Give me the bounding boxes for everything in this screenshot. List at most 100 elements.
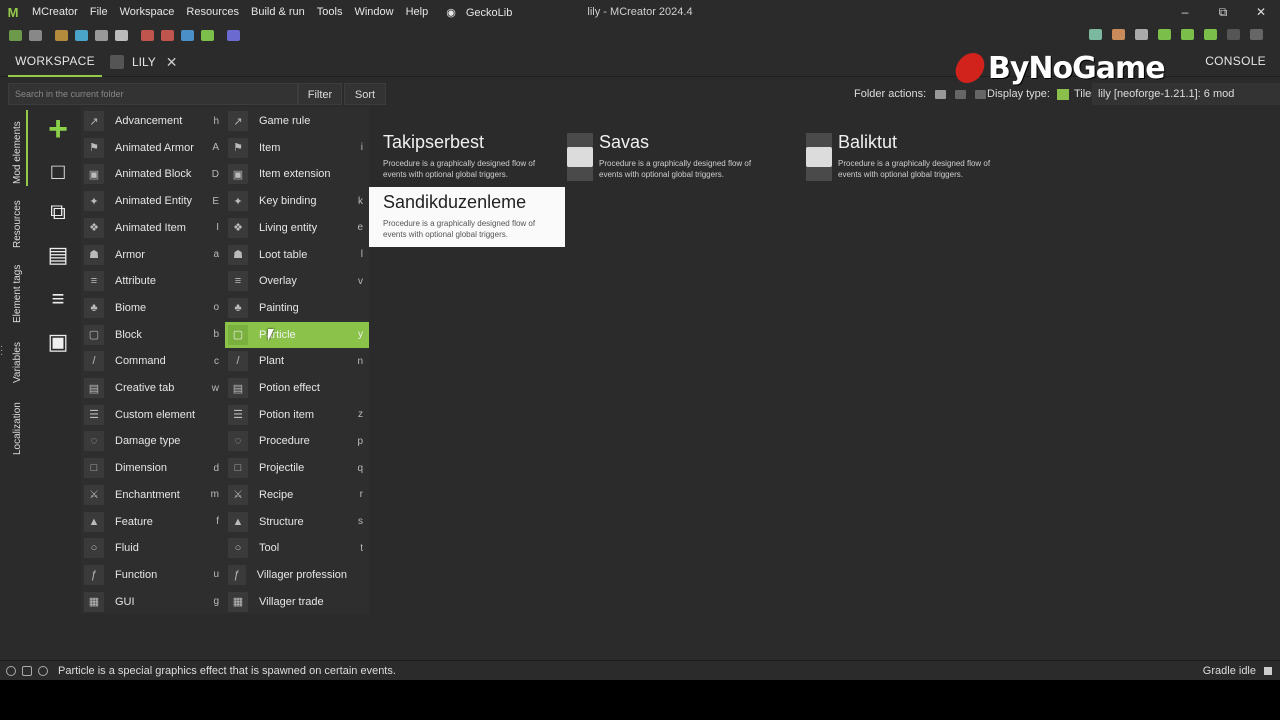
menu-item-attribute[interactable]: ≡ Attribute — [81, 268, 225, 294]
menu-item-projectile[interactable]: □ Projectile q — [225, 455, 369, 481]
restore-icon[interactable]: ⧉ — [1204, 0, 1242, 24]
procedure-tile[interactable]: Sandikduzenleme Procedure is a graphicall… — [369, 187, 565, 247]
settings-icon[interactable] — [1135, 29, 1148, 40]
regenerate-icon[interactable] — [1089, 29, 1102, 40]
sound-icon[interactable] — [94, 30, 108, 41]
share-icon[interactable] — [22, 666, 32, 676]
procedure-tile[interactable]: Savas Procedure is a graphically designed… — [567, 127, 763, 187]
stop-icon[interactable] — [1227, 29, 1240, 40]
gecko-tool-icon[interactable] — [200, 30, 214, 41]
menu-item-block[interactable]: ▢ Block b — [81, 322, 225, 348]
side-tab-variables[interactable]: Variables — [12, 339, 32, 387]
menu-tools[interactable]: Tools — [311, 6, 349, 18]
workspace-icon[interactable] — [8, 30, 22, 41]
model-icon[interactable] — [114, 30, 128, 41]
menu-item-animated-entity[interactable]: ✦ Animated Entity E — [81, 188, 225, 214]
menu-build-run[interactable]: Build & run — [245, 6, 311, 18]
menu-item-armor[interactable]: ☗ Armor a — [81, 242, 225, 268]
menu-item-potion-effect[interactable]: ▤ Potion effect — [225, 375, 369, 401]
lock-element-icon[interactable]: ▣ — [46, 331, 70, 355]
menu-file[interactable]: File — [84, 6, 114, 18]
texture-icon[interactable] — [140, 30, 154, 41]
duplicate-element-icon[interactable]: ⧉ — [46, 201, 70, 225]
menu-item-item-extension[interactable]: ▣ Item extension — [225, 161, 369, 187]
menu-mcreator[interactable]: MCreator — [26, 6, 84, 18]
paint-icon[interactable] — [74, 30, 88, 41]
menu-item-overlay[interactable]: ≡ Overlay v — [225, 268, 369, 294]
animation-icon[interactable] — [160, 30, 174, 41]
menu-item-procedure[interactable]: ◌ Procedure p — [225, 428, 369, 454]
side-tab-resources[interactable]: Resources — [12, 199, 32, 249]
menu-item-animated-item[interactable]: ❖ Animated Item I — [81, 215, 225, 241]
menu-item-creative-tab[interactable]: ▤ Creative tab w — [81, 375, 225, 401]
menu-item-villager-trade[interactable]: ▦ Villager trade — [225, 589, 369, 615]
search-input[interactable]: Search in the current folder — [8, 83, 298, 105]
menu-item-villager-profession[interactable]: ƒ Villager profession — [225, 562, 369, 588]
import-icon[interactable] — [54, 30, 68, 41]
tab-console[interactable]: CONSOLE — [1205, 47, 1266, 75]
menu-item-command[interactable]: / Command c — [81, 348, 225, 374]
menu-item-fluid[interactable]: ○ Fluid — [81, 535, 225, 561]
menu-item-advancement[interactable]: ↗ Advancement h — [81, 108, 225, 134]
filter-button[interactable]: Filter — [298, 83, 342, 105]
menu-item-animated-armor[interactable]: ⚑ Animated Armor A — [81, 135, 225, 161]
menu-item-key-binding[interactable]: ✦ Key binding k — [225, 188, 369, 214]
procedure-tile[interactable]: Takipserbest Procedure is a graphically d… — [369, 127, 565, 187]
menu-geckolib[interactable]: ◉ GeckoLib — [434, 6, 518, 19]
menu-item-damage-type[interactable]: ◌ Damage type — [81, 428, 225, 454]
side-tab-localization[interactable]: Localization — [12, 401, 32, 457]
new-folder-icon[interactable] — [935, 89, 947, 99]
delete-folder-icon[interactable] — [975, 89, 987, 99]
build-icon[interactable] — [1112, 29, 1125, 40]
menu-item-living-entity[interactable]: ❖ Living entity e — [225, 215, 369, 241]
gradle-stop-icon[interactable] — [1264, 667, 1272, 675]
menu-item-biome[interactable]: ♣ Biome o — [81, 295, 225, 321]
export-icon[interactable] — [1250, 29, 1263, 40]
drag-handle-icon[interactable]: · · · — [0, 342, 3, 360]
menu-item-custom-element[interactable]: ☰ Custom element — [81, 402, 225, 428]
menu-item-feature[interactable]: ▲ Feature f — [81, 509, 225, 535]
side-tab-element-tags[interactable]: Element tags — [12, 263, 32, 325]
menu-item-loot-table[interactable]: ☗ Loot table l — [225, 242, 369, 268]
minimize-icon[interactable]: – — [1166, 0, 1204, 24]
menu-item-tool[interactable]: ○ Tool t — [225, 535, 369, 561]
debug-icon[interactable] — [1181, 29, 1194, 40]
sort-button[interactable]: Sort — [344, 83, 386, 105]
menu-item-function[interactable]: ƒ Function u — [81, 562, 225, 588]
menu-item-animated-block[interactable]: ▣ Animated Block D — [81, 161, 225, 187]
close-icon[interactable]: ✕ — [1242, 0, 1280, 24]
variables-tool-icon[interactable] — [226, 30, 240, 41]
menu-item-item[interactable]: ⚑ Item i — [225, 135, 369, 161]
rename-folder-icon[interactable] — [955, 89, 967, 99]
menu-item-gui[interactable]: ▦ GUI g — [81, 589, 225, 615]
menu-item-potion-item[interactable]: ☰ Potion item z — [225, 402, 369, 428]
menu-item-enchantment[interactable]: ⚔ Enchantment m — [81, 482, 225, 508]
menu-item-particle[interactable]: ▢ Particle y — [225, 321, 369, 348]
menu-item-recipe[interactable]: ⚔ Recipe r — [225, 482, 369, 508]
gear-icon[interactable] — [38, 666, 48, 676]
menu-workspace[interactable]: Workspace — [114, 6, 181, 18]
tab-lily[interactable]: LILY ✕ — [110, 47, 178, 77]
info-icon[interactable] — [6, 666, 16, 676]
menu-item-painting[interactable]: ♣ Painting — [225, 295, 369, 321]
menu-item-plant[interactable]: / Plant n — [225, 348, 369, 374]
menu-window[interactable]: Window — [348, 6, 399, 18]
side-tab-mod-elements[interactable]: Mod elements — [12, 115, 32, 191]
menu-resources[interactable]: Resources — [180, 6, 245, 18]
edit-element-icon[interactable]: □ — [46, 161, 70, 185]
tab-workspace[interactable]: WORKSPACE — [8, 47, 102, 77]
flask-icon: ☰ — [228, 404, 248, 425]
close-tab-icon[interactable]: ✕ — [166, 48, 178, 76]
menu-item-dimension[interactable]: □ Dimension d — [81, 455, 225, 481]
menu-help[interactable]: Help — [400, 6, 435, 18]
add-element-icon[interactable]: + — [46, 112, 70, 146]
run-server-icon[interactable] — [1204, 29, 1217, 40]
procedure-tile[interactable]: Baliktut Procedure is a graphically desig… — [806, 127, 1002, 187]
menu-item-game-rule[interactable]: ↗ Game rule — [225, 108, 369, 134]
delete-element-icon[interactable]: ▤ — [46, 244, 70, 268]
workspace-settings-icon[interactable] — [28, 30, 42, 41]
search-usages-icon[interactable]: ≡ — [46, 288, 70, 312]
run-client-icon[interactable] — [1158, 29, 1171, 40]
menu-item-structure[interactable]: ▲ Structure s — [225, 509, 369, 535]
structure-tool-icon[interactable] — [180, 30, 194, 41]
